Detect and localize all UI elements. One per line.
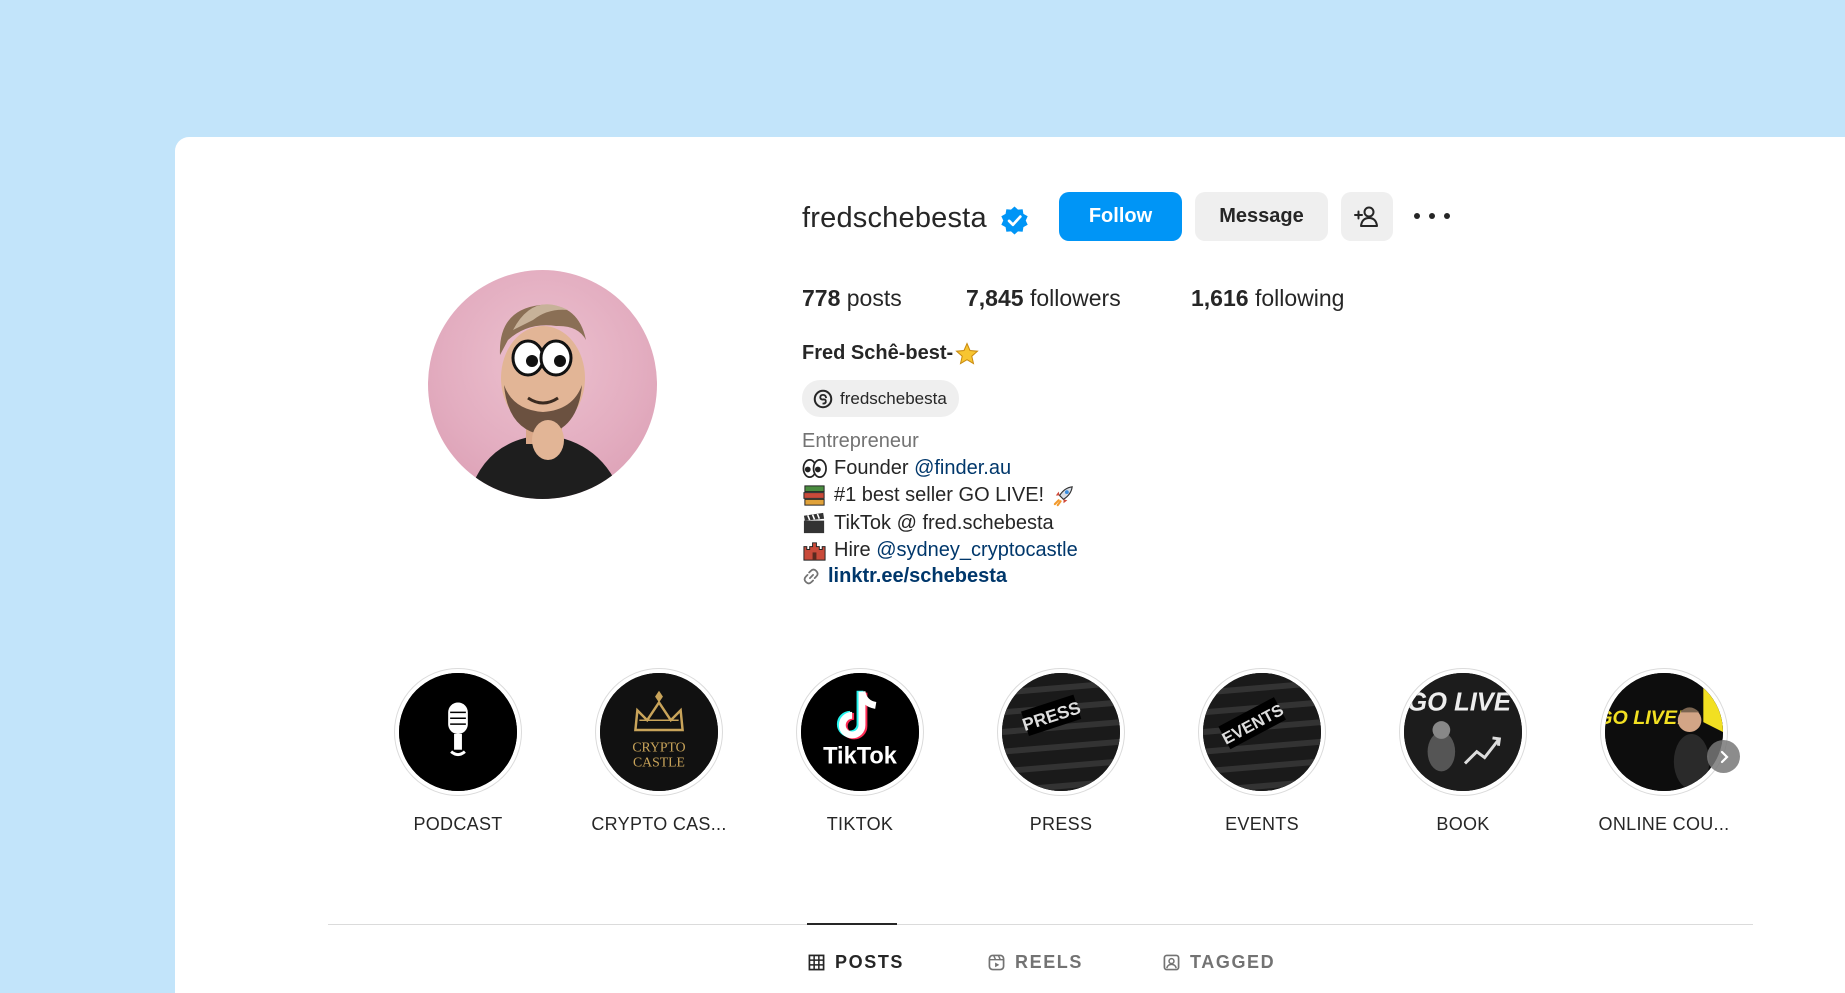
tab-reels[interactable]: REELS <box>988 952 1083 973</box>
highlight-ring: TikTok <box>796 668 924 796</box>
cover-text: GO LIVE <box>1407 688 1512 716</box>
tagged-icon <box>1163 954 1180 971</box>
posts-count: 778 posts <box>802 285 902 311</box>
more-dot-icon <box>1444 213 1450 219</box>
threads-handle: fredschebesta <box>840 388 947 408</box>
profile-category: Entrepreneur <box>802 430 919 452</box>
tab-label: POSTS <box>835 952 905 972</box>
tab-label: TAGGED <box>1190 952 1276 972</box>
follow-button[interactable]: Follow <box>1059 192 1182 241</box>
tab-posts[interactable]: POSTS <box>808 952 904 973</box>
highlight-label: PRESS <box>1029 814 1093 834</box>
highlight-cover: GO LIVE <box>1404 673 1522 791</box>
highlight-label: PODCAST <box>413 814 503 834</box>
bio-line: Founder @finder.au <box>802 456 1011 481</box>
bio-link-row: linktr.ee/schebesta <box>802 565 1007 588</box>
chevron-right-icon <box>1720 750 1729 763</box>
grid-icon <box>808 954 825 971</box>
rocket-emoji-icon <box>1053 486 1073 507</box>
highlight-press[interactable]: PRESS PRESS <box>991 668 1131 835</box>
highlight-tiktok[interactable]: TikTok TIKTOK <box>790 668 930 835</box>
course-cover: GO LIVE! <box>1605 673 1723 791</box>
highlight-ring: EVENTS <box>1198 668 1326 796</box>
tabs-divider <box>328 924 1753 925</box>
full-name: Fred Schê-best- <box>802 342 954 364</box>
book-cover: GO LIVE <box>1404 673 1522 791</box>
bio-line: #1 best seller GO LIVE! <box>802 483 1076 508</box>
threads-icon <box>813 389 833 408</box>
highlight-cover: GO LIVE! <box>1605 673 1723 791</box>
highlight-podcast[interactable]: PODCAST <box>388 668 528 835</box>
star-emoji-icon <box>955 342 979 365</box>
message-button[interactable]: Message <box>1195 192 1328 241</box>
reels-icon <box>988 954 1005 971</box>
highlight-label: ONLINE COU... <box>1598 814 1730 834</box>
more-dot-icon <box>1429 213 1435 219</box>
highlight-cover <box>399 673 517 791</box>
highlight-book[interactable]: GO LIVE BOOK <box>1393 668 1533 835</box>
highlight-ring: CRYPTO CASTLE <box>595 668 723 796</box>
highlight-ring: GO LIVE <box>1399 668 1527 796</box>
tab-tagged[interactable]: TAGGED <box>1163 952 1275 973</box>
highlight-cover: TikTok <box>801 673 919 791</box>
highlight-cover: PRESS <box>1002 673 1120 791</box>
followers-count[interactable]: 7,845 followers <box>966 285 1121 312</box>
eyes-emoji-icon <box>802 458 827 479</box>
profile-username: fredschebesta <box>802 202 987 234</box>
highlight-label: CRYPTO CAS... <box>591 814 727 834</box>
microphone-icon <box>399 673 517 791</box>
cover-text: CASTLE <box>633 754 685 769</box>
suggested-users-button[interactable] <box>1341 192 1393 241</box>
more-dot-icon <box>1414 213 1420 219</box>
highlights-next-button[interactable] <box>1707 740 1740 773</box>
active-tab-indicator <box>807 923 897 925</box>
following-count[interactable]: 1,616 following <box>1191 285 1344 312</box>
highlight-ring: PRESS <box>997 668 1125 796</box>
add-user-icon <box>1354 206 1378 227</box>
cryptocastle-mention-link[interactable]: @sydney_cryptocastle <box>876 539 1078 561</box>
castle-emoji-icon <box>803 542 826 561</box>
events-cover: EVENTS <box>1203 673 1321 791</box>
profile-card <box>175 137 1845 993</box>
threads-badge[interactable]: fredschebesta <box>802 380 959 417</box>
cover-text: GO LIVE! <box>1605 707 1684 729</box>
avatar-photo <box>468 304 623 499</box>
finder-mention-link[interactable]: @finder.au <box>914 457 1011 479</box>
highlight-ring: GO LIVE! <box>1600 668 1728 796</box>
verified-badge-icon <box>1001 206 1028 235</box>
highlight-label: BOOK <box>1436 814 1490 834</box>
clapper-board-emoji-icon <box>803 512 825 534</box>
highlight-label: TIKTOK <box>826 814 894 834</box>
highlight-ring <box>394 668 522 796</box>
tiktok-icon: TikTok <box>801 673 919 791</box>
external-link[interactable]: linktr.ee/schebesta <box>828 565 1007 588</box>
bio-line: Hire @sydney_cryptocastle <box>802 538 1078 563</box>
highlight-label: EVENTS <box>1225 814 1299 834</box>
highlight-cover: CRYPTO CASTLE <box>600 673 718 791</box>
cover-text: CRYPTO <box>632 740 685 755</box>
press-cover: PRESS <box>1002 673 1120 791</box>
crown-icon: CRYPTO CASTLE <box>600 673 718 791</box>
profile-avatar[interactable] <box>428 270 657 499</box>
link-icon <box>803 568 819 585</box>
highlight-cover: EVENTS <box>1203 673 1321 791</box>
highlight-events[interactable]: EVENTS EVENTS <box>1192 668 1332 835</box>
tab-label: REELS <box>1015 952 1084 972</box>
bio-line: TikTok @ fred.schebesta <box>802 511 1054 536</box>
more-options-button[interactable] <box>1410 200 1454 232</box>
highlight-crypto-castle[interactable]: CRYPTO CASTLE CRYPTO CAS... <box>589 668 729 835</box>
books-emoji-icon <box>803 485 825 506</box>
cover-text: TikTok <box>823 743 898 769</box>
